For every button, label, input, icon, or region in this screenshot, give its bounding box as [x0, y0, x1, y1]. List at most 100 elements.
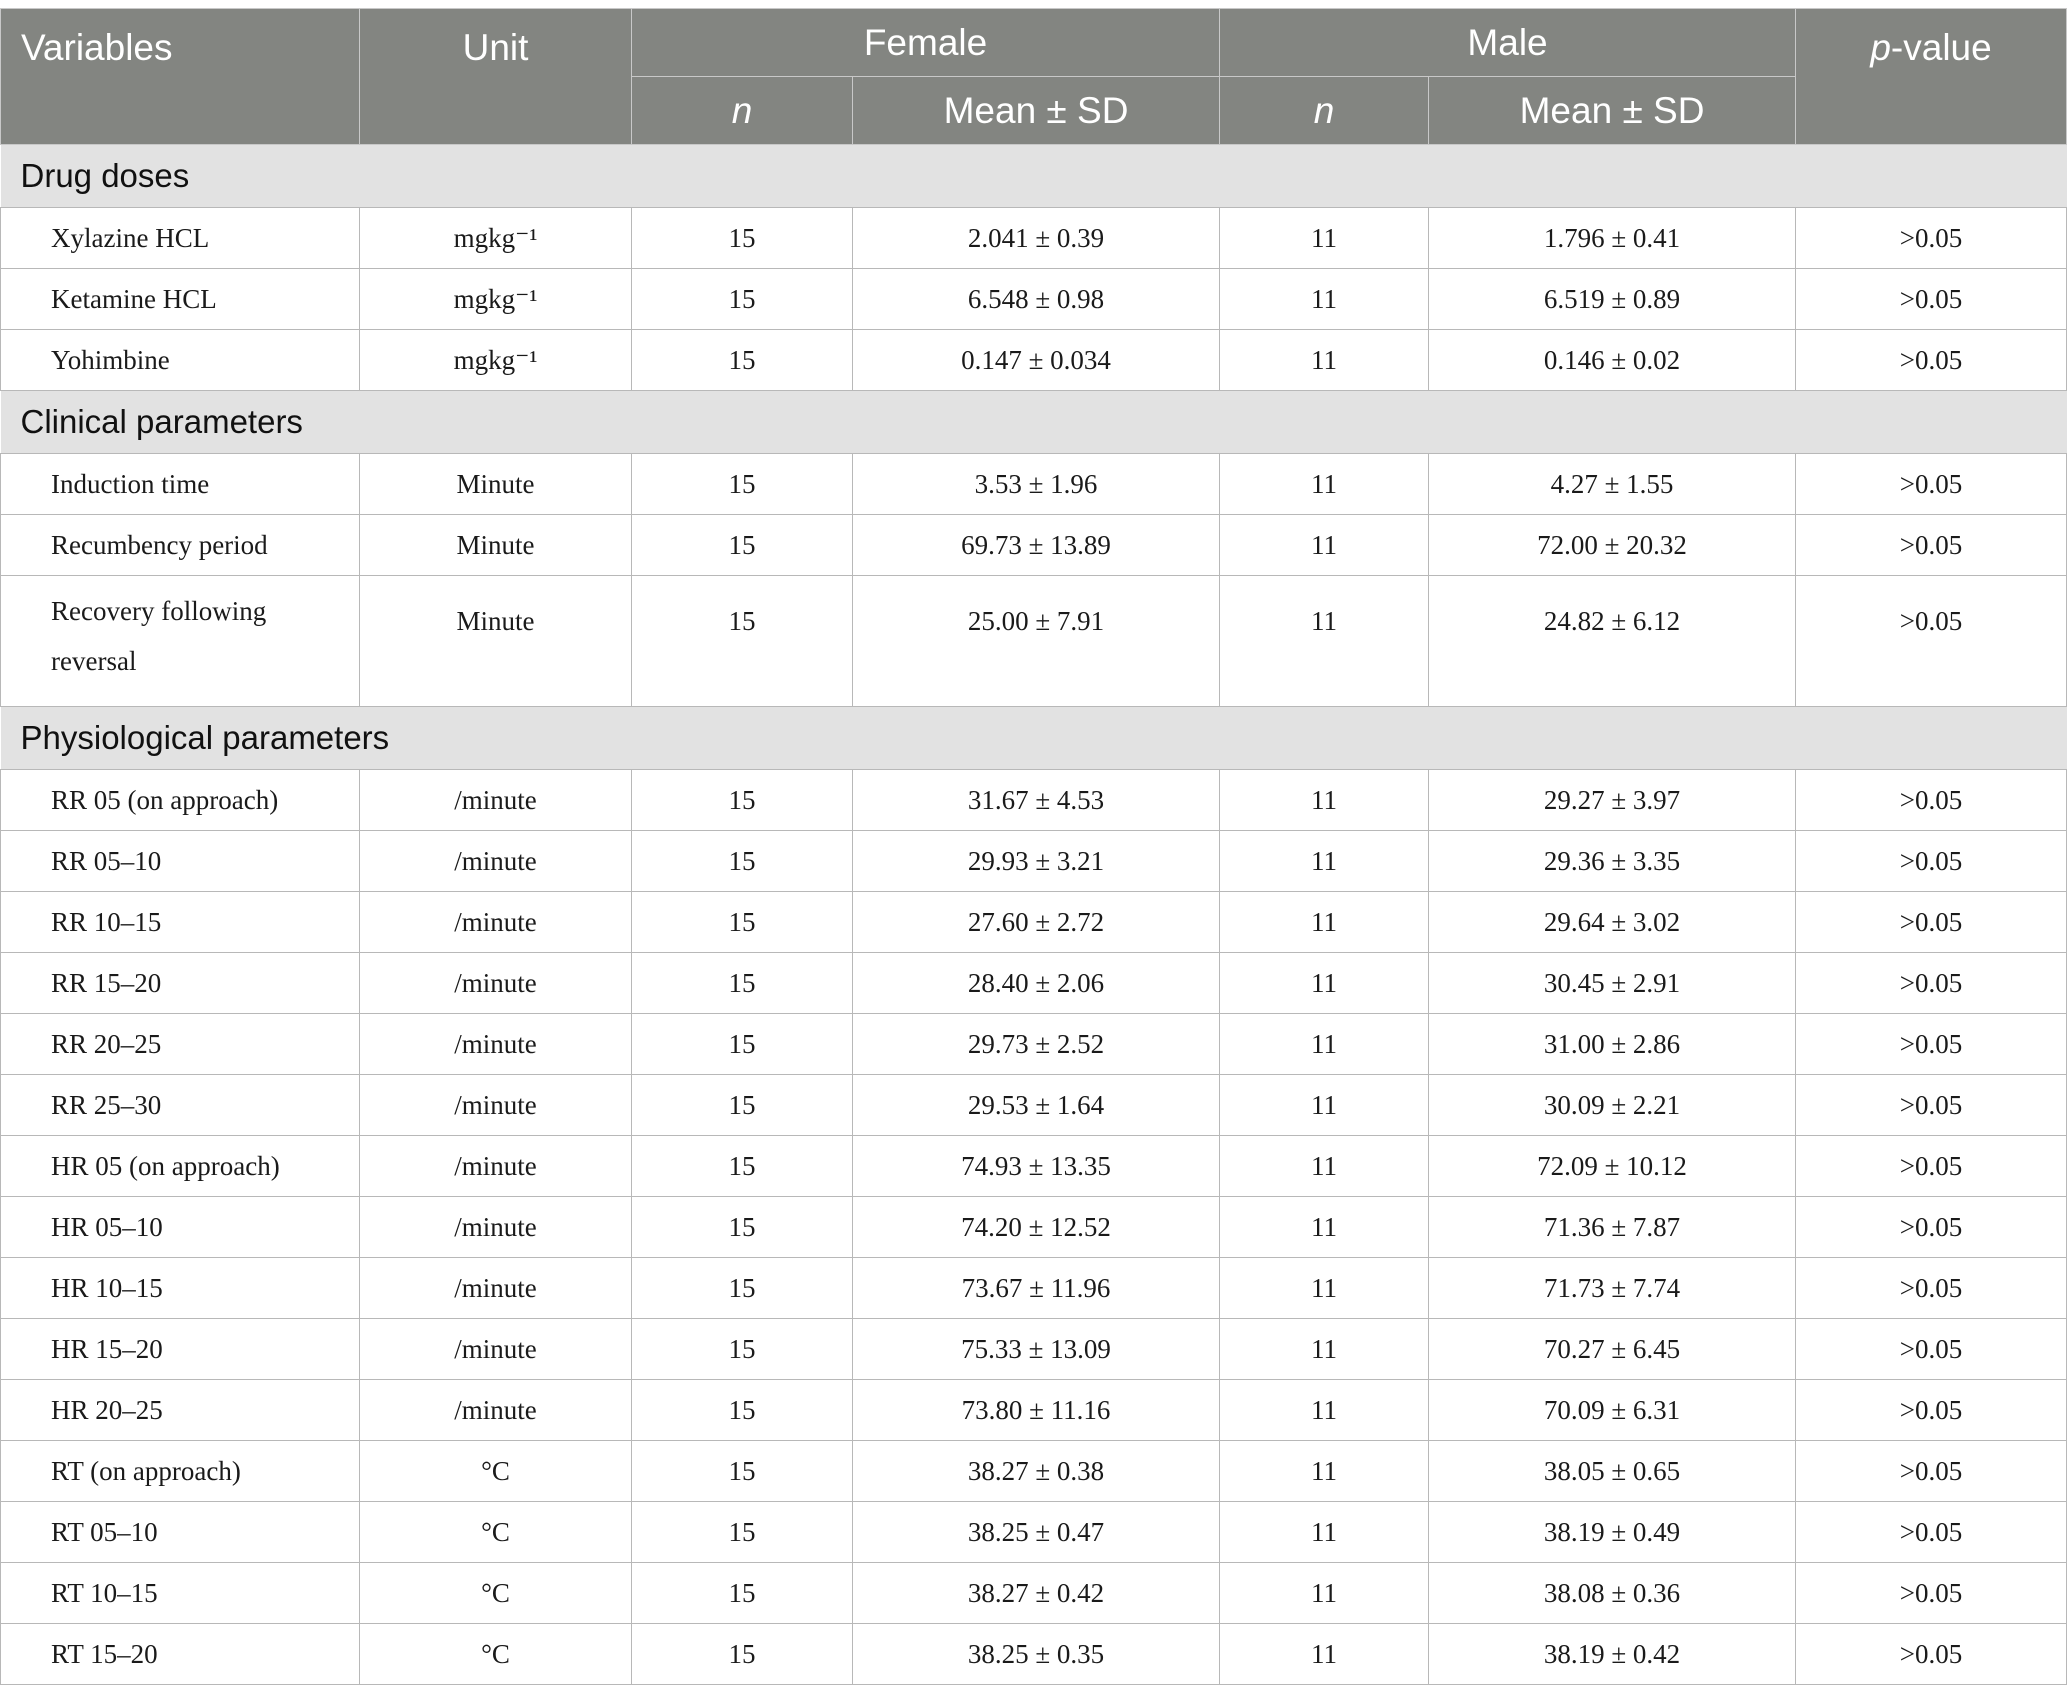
cell-female-n: 15: [631, 1135, 853, 1197]
section-title: Physiological parameters: [0, 706, 2067, 770]
cell-female-mean-sd: 38.27 ± 0.42: [851, 1562, 1221, 1624]
cell-p-value: >0.05: [1795, 1013, 2068, 1075]
header-male: Male: [1219, 8, 1797, 77]
cell-male-mean-sd: 38.19 ± 0.42: [1428, 1623, 1797, 1685]
cell-female-mean-sd: 2.041 ± 0.39: [851, 207, 1221, 269]
cell-unit: Minute: [359, 453, 632, 515]
cell-male-n: 11: [1219, 1440, 1430, 1502]
cell-female-mean-sd: 75.33 ± 13.09: [851, 1318, 1221, 1380]
cell-variable: HR 10–15: [0, 1257, 360, 1319]
cell-variable: RT 10–15: [0, 1562, 360, 1624]
table-row: Recovery following reversal Minute 15 25.00…: [0, 575, 2068, 707]
cell-p-value: >0.05: [1795, 1318, 2068, 1380]
cell-female-n: 15: [631, 1013, 853, 1075]
results-table: Variables Unit Female Male p-value n Mea…: [0, 8, 2068, 1685]
header-p-suffix: -value: [1890, 27, 1992, 68]
cell-p-value: >0.05: [1795, 207, 2068, 269]
section-row: Drug doses: [0, 144, 2067, 208]
cell-female-mean-sd: 74.93 ± 13.35: [851, 1135, 1221, 1197]
cell-female-n: 15: [631, 207, 853, 269]
cell-variable: RR 15–20: [0, 952, 360, 1014]
header-male-mean-sd: Mean ± SD: [1428, 76, 1797, 145]
cell-unit: /minute: [359, 1135, 632, 1197]
section-row: Clinical parameters: [0, 390, 2067, 454]
cell-p-value: >0.05: [1795, 830, 2068, 892]
cell-female-n: 15: [631, 1440, 853, 1502]
cell-female-mean-sd: 25.00 ± 7.91: [851, 575, 1221, 707]
cell-female-mean-sd: 0.147 ± 0.034: [851, 329, 1221, 391]
cell-male-mean-sd: 24.82 ± 6.12: [1428, 575, 1797, 707]
cell-variable: RR 20–25: [0, 1013, 360, 1075]
cell-unit: Minute: [359, 514, 632, 576]
cell-variable: RR 05–10: [0, 830, 360, 892]
cell-male-mean-sd: 29.64 ± 3.02: [1428, 891, 1797, 953]
cell-variable: RR 10–15: [0, 891, 360, 953]
cell-unit: /minute: [359, 1318, 632, 1380]
cell-male-mean-sd: 38.19 ± 0.49: [1428, 1501, 1797, 1563]
cell-female-mean-sd: 73.80 ± 11.16: [851, 1379, 1221, 1441]
table-row: RR 20–25/minute 15 29.73 ± 2.52 11 31.00 ± 2…: [0, 1013, 2068, 1075]
table-row: RT 05–10 °C 15 38.25 ± 0.47 11 38.19 ± 0.49 >0…: [0, 1501, 2068, 1563]
table-row: RR 05 (on approach)/minute 15 31.67 ± 4.53…: [0, 769, 2068, 831]
cell-male-n: 11: [1219, 1562, 1430, 1624]
cell-male-mean-sd: 30.09 ± 2.21: [1428, 1074, 1797, 1136]
cell-p-value: >0.05: [1795, 453, 2068, 515]
cell-male-n: 11: [1219, 514, 1430, 576]
cell-male-mean-sd: 31.00 ± 2.86: [1428, 1013, 1797, 1075]
cell-male-mean-sd: 29.36 ± 3.35: [1428, 830, 1797, 892]
cell-p-value: >0.05: [1795, 575, 2068, 707]
cell-male-n: 11: [1219, 1135, 1430, 1197]
header-p-value: p-value: [1795, 8, 2068, 145]
cell-female-mean-sd: 29.93 ± 3.21: [851, 830, 1221, 892]
cell-unit: mgkg⁻¹: [359, 207, 632, 269]
cell-female-n: 15: [631, 769, 853, 831]
cell-p-value: >0.05: [1795, 514, 2068, 576]
table-row: RR 15–20/minute 15 28.40 ± 2.06 11 30.45 ± 2…: [0, 952, 2068, 1014]
header-unit: Unit: [359, 8, 632, 145]
cell-variable: Recovery following reversal: [0, 575, 360, 707]
cell-p-value: >0.05: [1795, 1379, 2068, 1441]
header-female-mean-sd: Mean ± SD: [851, 76, 1221, 145]
cell-unit: /minute: [359, 1074, 632, 1136]
cell-unit: /minute: [359, 891, 632, 953]
cell-female-n: 15: [631, 329, 853, 391]
cell-male-n: 11: [1219, 268, 1430, 330]
cell-female-mean-sd: 38.27 ± 0.38: [851, 1440, 1221, 1502]
cell-variable: Induction time: [0, 453, 360, 515]
cell-p-value: >0.05: [1795, 891, 2068, 953]
cell-female-mean-sd: 74.20 ± 12.52: [851, 1196, 1221, 1258]
cell-unit: /minute: [359, 1379, 632, 1441]
cell-p-value: >0.05: [1795, 268, 2068, 330]
cell-variable: HR 20–25: [0, 1379, 360, 1441]
cell-male-n: 11: [1219, 830, 1430, 892]
cell-p-value: >0.05: [1795, 1562, 2068, 1624]
table-body: Drug doses Xylazine HCL mgkg⁻¹ 15 2.041 ± 0.…: [0, 144, 2068, 1685]
cell-unit: °C: [359, 1562, 632, 1624]
cell-male-mean-sd: 6.519 ± 0.89: [1428, 268, 1797, 330]
cell-female-mean-sd: 69.73 ± 13.89: [851, 514, 1221, 576]
table-row: RR 05–10/minute 15 29.93 ± 3.21 11 29.36 ± 3…: [0, 830, 2068, 892]
cell-male-n: 11: [1219, 1379, 1430, 1441]
cell-unit: /minute: [359, 769, 632, 831]
cell-male-mean-sd: 4.27 ± 1.55: [1428, 453, 1797, 515]
cell-female-n: 15: [631, 891, 853, 953]
table-row: Recumbency period Minute 15 69.73 ± 13.89 11…: [0, 514, 2068, 576]
cell-p-value: >0.05: [1795, 1135, 2068, 1197]
section-row: Physiological parameters: [0, 706, 2067, 770]
cell-variable: Ketamine HCL: [0, 268, 360, 330]
cell-male-mean-sd: 72.00 ± 20.32: [1428, 514, 1797, 576]
cell-female-mean-sd: 73.67 ± 11.96: [851, 1257, 1221, 1319]
cell-male-n: 11: [1219, 207, 1430, 269]
cell-female-n: 15: [631, 514, 853, 576]
section-title: Drug doses: [0, 144, 2067, 208]
header-male-n: n: [1219, 76, 1430, 145]
cell-female-n: 15: [631, 1318, 853, 1380]
cell-male-mean-sd: 70.09 ± 6.31: [1428, 1379, 1797, 1441]
cell-female-n: 15: [631, 1257, 853, 1319]
cell-p-value: >0.05: [1795, 1257, 2068, 1319]
header-female-n: n: [631, 76, 853, 145]
cell-female-mean-sd: 38.25 ± 0.47: [851, 1501, 1221, 1563]
section-title: Clinical parameters: [0, 390, 2067, 454]
cell-male-n: 11: [1219, 1196, 1430, 1258]
cell-female-mean-sd: 29.53 ± 1.64: [851, 1074, 1221, 1136]
